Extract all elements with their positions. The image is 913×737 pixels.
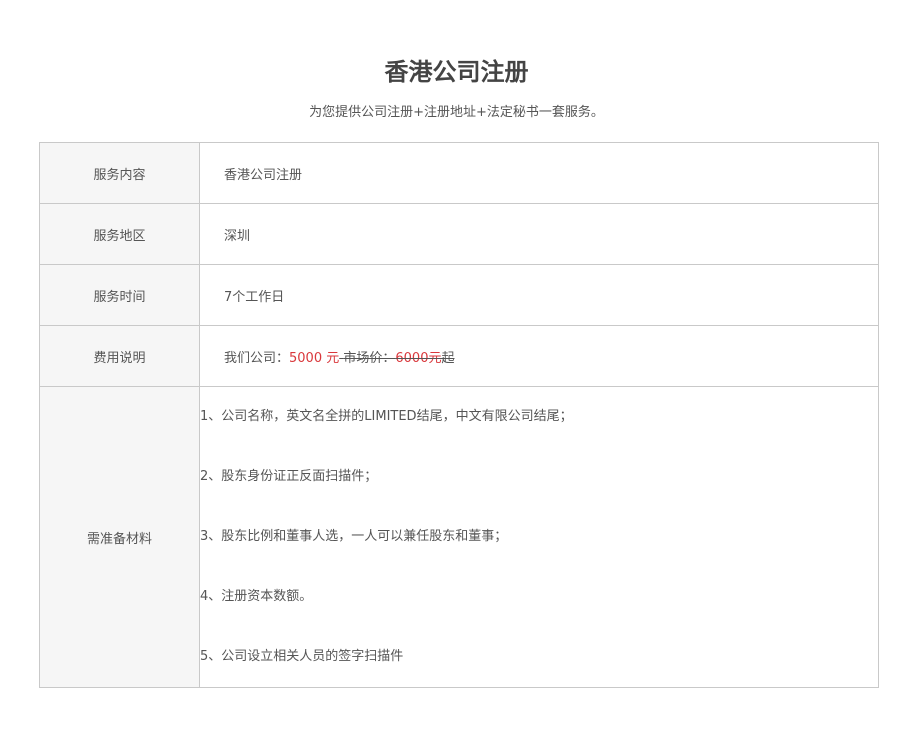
our-price: 5000 元 <box>289 350 340 366</box>
page-title: 香港公司注册 <box>384 58 529 86</box>
list-item: 5、公司设立相关人员的签字扫描件 <box>200 649 404 664</box>
page-subtitle: 为您提供公司注册+注册地址+法定秘书一套服务。 <box>309 105 604 120</box>
row-label-fee: 费用说明 <box>39 325 200 387</box>
row-label-service-content: 服务内容 <box>39 142 200 204</box>
materials-list: 1、公司名称，英文名全拼的LIMITED结尾，中文有限公司结尾； 2、股东身份证… <box>199 386 879 688</box>
row-value-service-time: 7个工作日 <box>199 264 879 326</box>
fee-prefix: 我们公司： <box>224 350 290 366</box>
row-value-service-content: 香港公司注册 <box>199 142 879 204</box>
table-row: 服务内容 香港公司注册 <box>39 142 879 204</box>
row-value-fee: 我们公司：5000 元 市场价：6000元起 <box>199 325 879 387</box>
list-item: 3、股东比例和董事人选，一人可以兼任股东和董事； <box>200 529 508 544</box>
market-price-strikethrough: 市场价：6000元起 <box>339 351 454 366</box>
service-info-table: 服务内容 香港公司注册 服务地区 深圳 服务时间 7个工作日 费用说明 我们公司… <box>39 142 879 688</box>
table-row: 费用说明 我们公司：5000 元 市场价：6000元起 <box>39 325 879 387</box>
list-item: 1、公司名称，英文名全拼的LIMITED结尾，中文有限公司结尾； <box>200 409 573 424</box>
list-item: 4、注册资本数额。 <box>200 589 313 604</box>
list-item: 2、股东身份证正反面扫描件； <box>200 469 378 484</box>
market-price-label: 市场价： <box>343 350 396 366</box>
row-label-service-time: 服务时间 <box>39 264 200 326</box>
row-value-service-region: 深圳 <box>199 203 879 265</box>
table-row: 服务时间 7个工作日 <box>39 264 879 326</box>
price-suffix: 起 <box>441 350 455 366</box>
table-row: 需准备材料 1、公司名称，英文名全拼的LIMITED结尾，中文有限公司结尾； 2… <box>39 386 879 688</box>
market-price: 6000元 <box>395 350 442 366</box>
row-label-materials: 需准备材料 <box>39 386 200 688</box>
table-row: 服务地区 深圳 <box>39 203 879 265</box>
row-label-service-region: 服务地区 <box>39 203 200 265</box>
